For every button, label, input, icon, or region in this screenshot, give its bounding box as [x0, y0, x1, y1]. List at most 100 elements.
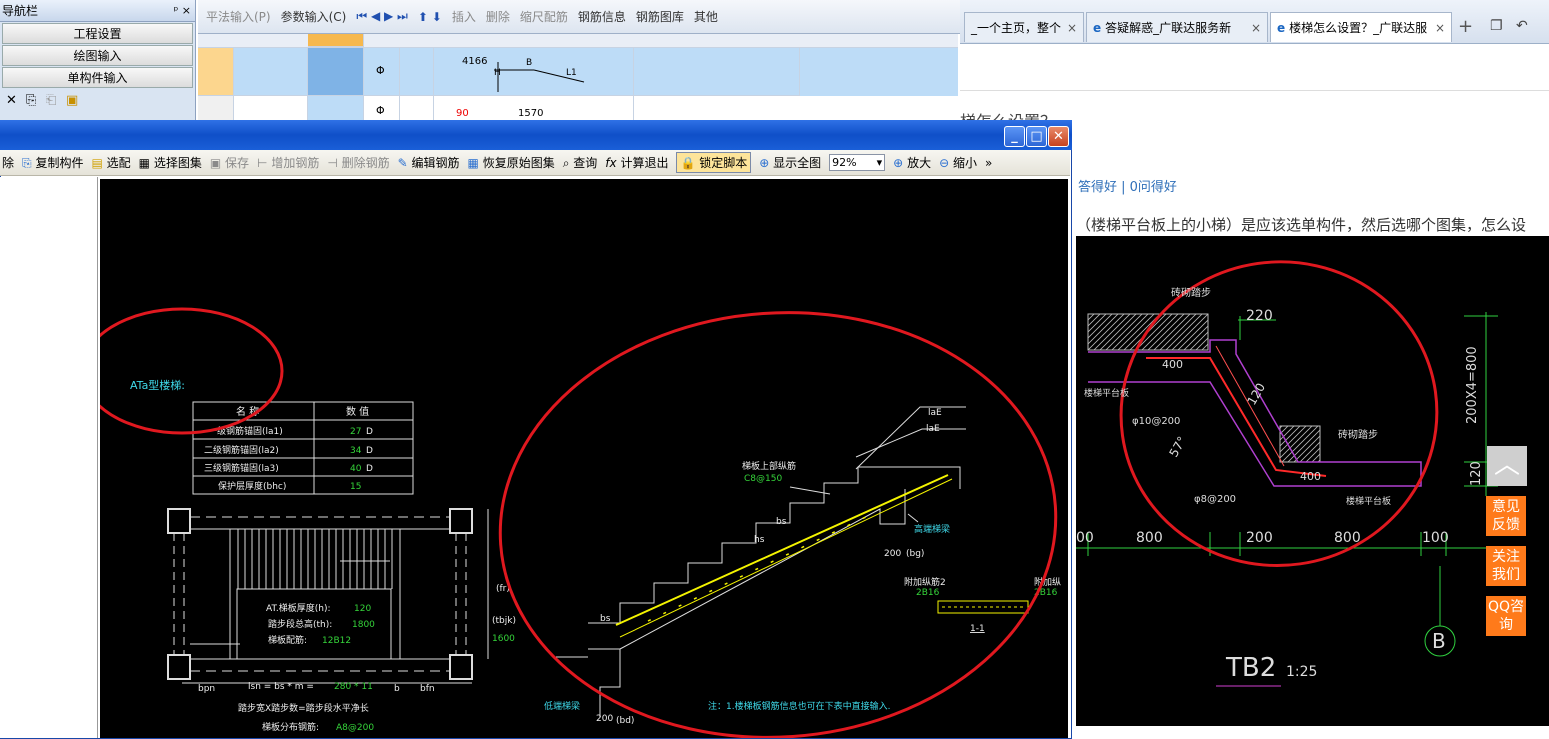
grid-header-row [198, 34, 958, 48]
table-value[interactable]: 15 [350, 482, 361, 492]
table-value[interactable]: 40 [350, 464, 362, 474]
nav-pin-close-icon[interactable]: ᵖ × [174, 4, 191, 17]
tab-list-icon[interactable]: ❐ [1490, 18, 1503, 34]
more-tools-button[interactable]: » [985, 156, 992, 170]
extra2-value[interactable]: 2B16 [916, 588, 940, 598]
nav-project-settings-button[interactable]: 工程设置 [2, 23, 193, 44]
answer-stats-link[interactable]: 答得好 | 0问得好 [1078, 176, 1177, 195]
delete-icon[interactable]: ✕ [6, 94, 20, 108]
stair-atlas-drawing: ATa型楼梯: 名 称 数 值 一级钢筋锚固(la1) 27 D 二级钢筋锚固(… [100, 307, 1061, 738]
calc-exit-button[interactable]: fx 计算退出 [605, 154, 668, 171]
drawing-scale: 1:25 [1286, 664, 1317, 680]
undo-icon[interactable]: ↶ [1516, 18, 1528, 34]
zoom-in-label: 放大 [907, 156, 932, 170]
scale-rebar-button[interactable]: 缩尺配筋 [520, 8, 568, 25]
show-all-button[interactable]: ⊕ 显示全图 [759, 154, 821, 171]
delete-rebar-label: 删除钢筋 [341, 156, 390, 170]
edit-rebar-button[interactable]: ✎ 编辑钢筋 [398, 154, 460, 171]
dialog-titlebar[interactable] [0, 120, 1072, 150]
paste-icon[interactable]: ⎗ [46, 94, 60, 108]
minimize-icon[interactable]: _ [1004, 126, 1025, 147]
table-value[interactable]: 27 [350, 427, 361, 437]
nav-title: 导航栏 [2, 4, 39, 18]
lsn-value[interactable]: 280 * 11 [334, 682, 373, 692]
select-config-button[interactable]: ▤ 选配 [91, 154, 130, 171]
query-button[interactable]: ⌕ 查询 [563, 154, 598, 171]
edit-icon: ✎ [397, 156, 408, 170]
zoom-out-button[interactable]: ⊖ 缩小 [939, 154, 977, 171]
plan-input-button[interactable]: 平法输入(P) [206, 8, 271, 25]
dialog-left-panel [0, 177, 98, 738]
ie-icon: e [1093, 20, 1102, 35]
delete-button[interactable]: 删除 [486, 8, 510, 25]
param-table: 名 称 数 值 一级钢筋锚固(la1) 27 D 二级钢筋锚固(la2) 34 … [192, 401, 414, 495]
add-rebar-button[interactable]: ⊢ 增加钢筋 [257, 154, 319, 171]
copy-icon: ⎘ [22, 156, 32, 170]
thickness-value[interactable]: 120 [354, 604, 371, 614]
copy-icon[interactable]: ⎘ [26, 94, 40, 108]
atlas-icon: ▦ [138, 156, 150, 170]
nav-drawing-input-button[interactable]: 绘图输入 [2, 45, 193, 66]
dim-bottom: 100 [1422, 530, 1449, 546]
table-value[interactable]: 34 [350, 446, 362, 456]
browser-tab[interactable]: _一个主页，整个 × [964, 12, 1084, 42]
label-landing-slab-2: 楼梯平台板 [1346, 495, 1391, 507]
browser-tab[interactable]: e 答疑解惑_广联达服务新 × [1086, 12, 1268, 42]
dim-bottom: 200 [1246, 530, 1273, 546]
record-nav-icons[interactable]: ⏮ ◀ ▶ ⏭ [356, 9, 408, 24]
dist-value[interactable]: A8@200 [336, 723, 374, 733]
grid-row[interactable]: Φ 4166 H B L1 [198, 48, 958, 96]
feedback-button[interactable]: 意见反馈 [1486, 496, 1526, 536]
restore-atlas-button[interactable]: ▦ 恢复原始图集 [468, 154, 555, 171]
copy-component-button[interactable]: ⎘ 复制构件 [22, 154, 83, 171]
binoculars-icon: ⌕ [562, 156, 570, 170]
zoom-select[interactable]: 92% ▾ [829, 154, 886, 171]
v1600-value[interactable]: 1600 [492, 634, 515, 644]
axis-label: B [1432, 629, 1446, 653]
tab-close-icon[interactable]: × [1245, 21, 1261, 35]
save-button[interactable]: ▣ 保存 [210, 154, 249, 171]
tab-close-icon[interactable]: × [1061, 21, 1077, 35]
dim-220: 220 [1246, 308, 1273, 324]
upper-rebar-value[interactable]: C8@150 [744, 474, 782, 484]
browser-tab-active[interactable]: e 楼梯怎么设置？_广联达服 × [1270, 12, 1452, 42]
extra2-label: 附加纵筋2 [904, 576, 946, 588]
zoom-out-icon: ⊖ [939, 156, 950, 170]
param-input-button[interactable]: 参数输入(C) [281, 8, 347, 25]
move-arrows-icon[interactable]: ⬆ ⬇ [418, 10, 442, 24]
shape-dim-red: 90 [456, 108, 469, 119]
lock-script-button[interactable]: 🔒 锁定脚本 [676, 152, 752, 173]
clipboard-icon[interactable]: ▣ [66, 94, 80, 108]
rebar-info-button[interactable]: 钢筋信息 [578, 8, 626, 25]
close-icon[interactable]: ✕ [1048, 126, 1069, 147]
select-atlas-button[interactable]: ▦ 选择图集 [139, 154, 202, 171]
rebar-library-button[interactable]: 钢筋图库 [636, 8, 684, 25]
rebar-phi8: φ8@200 [1194, 494, 1236, 505]
label-landing-slab: 楼梯平台板 [1084, 387, 1129, 399]
height-value[interactable]: 1800 [352, 620, 375, 630]
maximize-icon[interactable]: □ [1026, 126, 1047, 147]
dim-vertical-120: 120 [1469, 461, 1484, 486]
other-menu-button[interactable]: 其他 [694, 8, 718, 25]
dim-vertical: 200X4=800 [1465, 346, 1480, 424]
step-note: 踏步宽X踏步数=踏步段水平净长 [238, 702, 369, 714]
nav-single-component-button[interactable]: 单构件输入 [2, 67, 193, 88]
cad-canvas[interactable]: ATa型楼梯: 名 称 数 值 一级钢筋锚固(la1) 27 D 二级钢筋锚固(… [100, 179, 1068, 738]
select-label: 选配 [106, 156, 131, 170]
table-unit: D [366, 464, 373, 474]
insert-button[interactable]: 插入 [452, 8, 476, 25]
follow-us-button[interactable]: 关注我们 [1486, 546, 1526, 586]
nav-toolbar: ✕ ⎘ ⎗ ▣ [0, 89, 195, 113]
back-to-top-button[interactable]: ︿ [1487, 446, 1527, 486]
tab-close-icon[interactable]: × [1429, 21, 1445, 35]
zoom-in-button[interactable]: ⊕ 放大 [893, 154, 931, 171]
qq-consult-button[interactable]: QQ咨询 [1486, 596, 1526, 636]
drawing-title: TB2 [1225, 653, 1276, 683]
new-tab-icon[interactable]: + [1458, 16, 1473, 37]
add-rebar-icon: ⊢ [257, 156, 268, 170]
delete-component-button[interactable]: 除 [2, 154, 14, 171]
rebar-value[interactable]: 12B12 [322, 636, 351, 646]
delete-rebar-icon: ⊣ [327, 156, 338, 170]
delete-rebar-button[interactable]: ⊣ 删除钢筋 [327, 154, 389, 171]
table-unit: D [366, 427, 373, 437]
